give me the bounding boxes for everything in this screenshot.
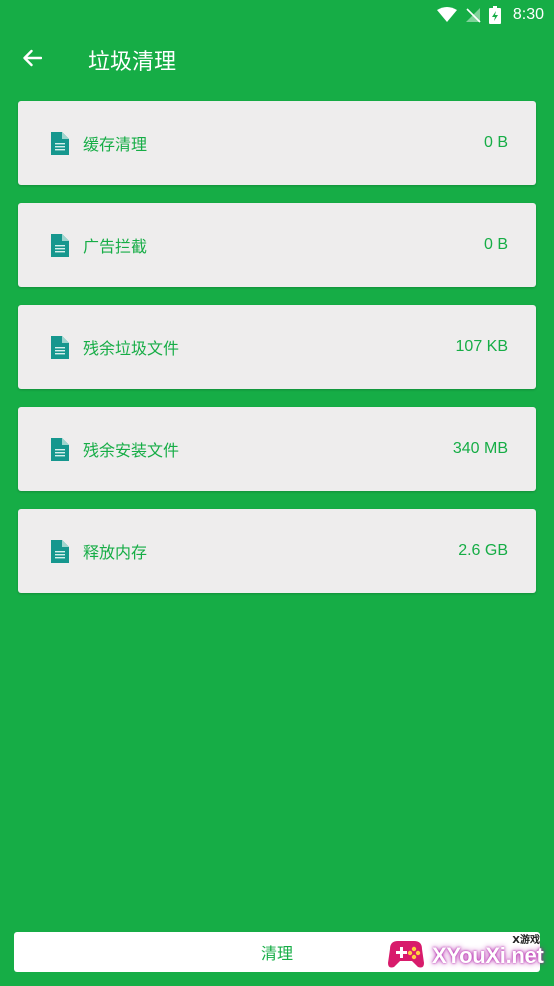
list-item-label: 广告拦截 bbox=[83, 237, 148, 256]
back-button[interactable] bbox=[0, 30, 64, 90]
document-icon bbox=[50, 437, 70, 461]
watermark-logo: X游戏 XYouXi.net bbox=[382, 925, 552, 983]
list-item-free-memory[interactable]: 释放内存 2.6 GB bbox=[18, 509, 536, 593]
document-icon bbox=[50, 335, 70, 359]
page-title: 垃圾清理 bbox=[88, 50, 177, 75]
list-item-size: 340 MB bbox=[452, 440, 508, 457]
list-item-label: 缓存清理 bbox=[83, 135, 148, 154]
document-icon bbox=[50, 131, 70, 155]
status-bar: 8:30 bbox=[0, 0, 554, 30]
list-item-label: 残余垃圾文件 bbox=[83, 339, 180, 358]
watermark-text: XYouXi.net bbox=[432, 943, 544, 968]
list-item-residual-apk[interactable]: 残余安装文件 340 MB bbox=[18, 407, 536, 491]
signal-off-icon bbox=[465, 7, 481, 23]
list-item-label: 释放内存 bbox=[83, 543, 148, 562]
document-icon bbox=[50, 233, 70, 257]
list-item-size: 0 B bbox=[483, 236, 508, 253]
list-item-residual-junk[interactable]: 残余垃圾文件 107 KB bbox=[18, 305, 536, 389]
list-item-label: 残余安装文件 bbox=[83, 441, 180, 460]
list-item-size: 0 B bbox=[483, 134, 508, 151]
status-time: 8:30 bbox=[512, 6, 544, 23]
document-icon bbox=[50, 539, 70, 563]
list-item-size: 107 KB bbox=[455, 338, 508, 355]
cleanup-list: 缓存清理 0 B 广告拦截 0 B 残余垃圾文件 107 KB 残余安装文件 3… bbox=[18, 101, 536, 611]
battery-icon bbox=[488, 6, 501, 24]
app-bar: 垃圾清理 bbox=[0, 30, 554, 90]
gamepad-icon bbox=[388, 941, 424, 968]
list-item-ad-block[interactable]: 广告拦截 0 B bbox=[18, 203, 536, 287]
list-item-cache[interactable]: 缓存清理 0 B bbox=[18, 101, 536, 185]
wifi-icon bbox=[436, 7, 457, 23]
list-item-size: 2.6 GB bbox=[458, 542, 508, 559]
arrow-left-icon bbox=[22, 49, 43, 71]
